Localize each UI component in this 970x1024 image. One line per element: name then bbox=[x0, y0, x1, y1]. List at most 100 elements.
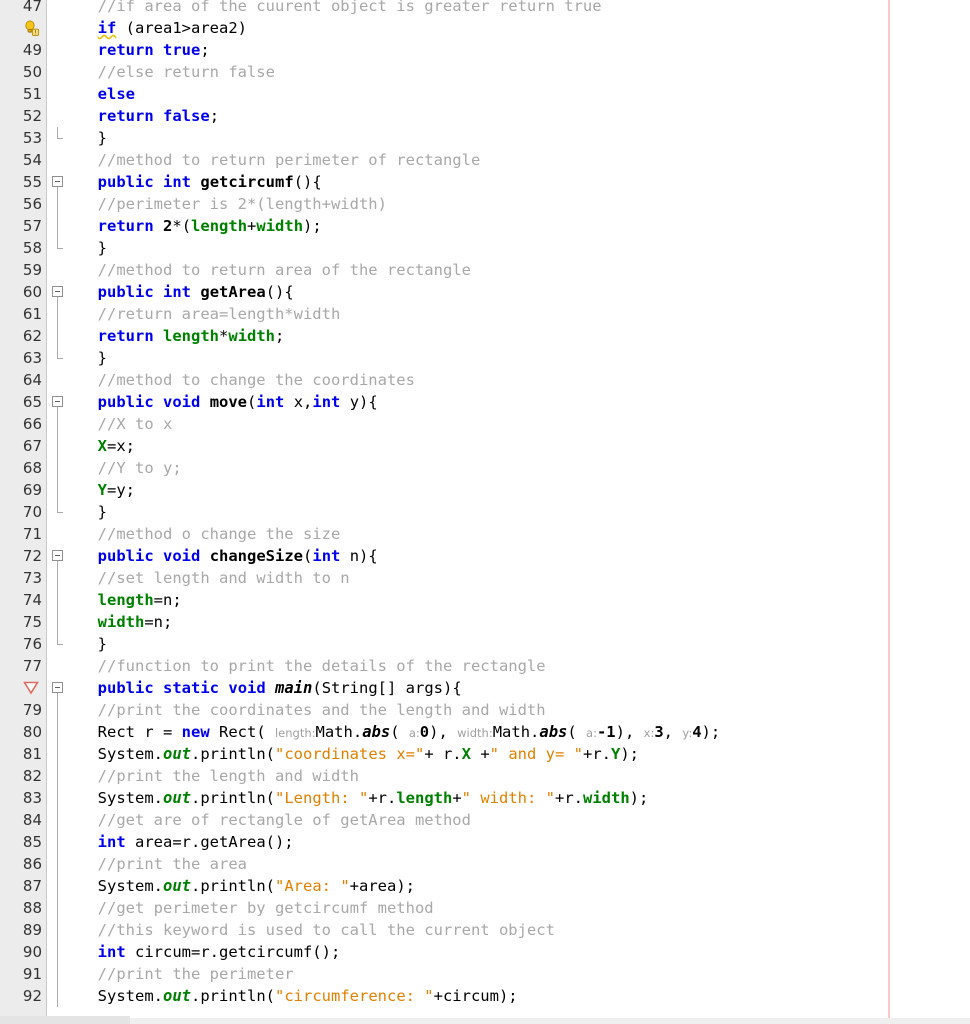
code-text[interactable]: if (area1>area2) bbox=[79, 17, 247, 39]
code-line[interactable]: 58 } bbox=[0, 237, 970, 259]
code-text[interactable]: public int getArea(){ bbox=[79, 281, 294, 303]
code-text[interactable]: //method to return perimeter of rectangl… bbox=[79, 149, 481, 171]
code-line[interactable]: 50 //else return false bbox=[0, 61, 970, 83]
code-line[interactable]: 79 //print the coordinates and the lengt… bbox=[0, 699, 970, 721]
code-text[interactable]: public int getcircumf(){ bbox=[79, 171, 322, 193]
code-text[interactable]: System.out.println("circumference: "+cir… bbox=[79, 985, 518, 1007]
code-line[interactable]: 76 } bbox=[0, 633, 970, 655]
code-line[interactable]: 81 System.out.println("coordinates x="+ … bbox=[0, 743, 970, 765]
code-line[interactable]: 92 System.out.println("circumference: "+… bbox=[0, 985, 970, 1007]
code-text[interactable]: //get perimeter by getcircumf method bbox=[79, 897, 434, 919]
code-line[interactable]: 61 //return area=length*width bbox=[0, 303, 970, 325]
code-text[interactable]: length=n; bbox=[79, 589, 182, 611]
code-text[interactable]: public static void main(String[] args){ bbox=[79, 677, 462, 699]
code-line[interactable]: 71 //method o change the size bbox=[0, 523, 970, 545]
code-text[interactable]: //function to print the details of the r… bbox=[79, 655, 546, 677]
code-line[interactable]: 91 //print the perimeter bbox=[0, 963, 970, 985]
code-line[interactable]: 74 length=n; bbox=[0, 589, 970, 611]
code-line[interactable]: 82 //print the length and width bbox=[0, 765, 970, 787]
code-editor[interactable]: 47 //if area of the cuurent object is gr… bbox=[0, 0, 970, 1024]
code-line[interactable]: 59 //method to return area of the rectan… bbox=[0, 259, 970, 281]
fold-collapse-icon[interactable] bbox=[52, 682, 63, 693]
code-text[interactable]: //print the area bbox=[79, 853, 247, 875]
fold-collapse-icon[interactable] bbox=[52, 176, 63, 187]
code-line[interactable]: 69 Y=y; bbox=[0, 479, 970, 501]
code-text[interactable]: } bbox=[79, 501, 107, 523]
code-text[interactable]: System.out.println("Area: "+area); bbox=[79, 875, 415, 897]
code-line[interactable]: 67 X=x; bbox=[0, 435, 970, 457]
fold-collapse-icon[interactable] bbox=[52, 550, 63, 561]
code-line[interactable]: 49 return true; bbox=[0, 39, 970, 61]
code-text[interactable]: //method to return area of the rectangle bbox=[79, 259, 471, 281]
code-text[interactable]: //method o change the size bbox=[79, 523, 341, 545]
code-text[interactable]: System.out.println("coordinates x="+ r.X… bbox=[79, 743, 639, 765]
code-line[interactable]: 57 return 2*(length+width); bbox=[0, 215, 970, 237]
code-text[interactable]: else bbox=[79, 83, 135, 105]
code-text[interactable]: //print the coordinates and the length a… bbox=[79, 699, 546, 721]
code-line[interactable]: 89 //this keyword is used to call the cu… bbox=[0, 919, 970, 941]
code-line[interactable]: 86 //print the area bbox=[0, 853, 970, 875]
code-line[interactable]: 64 //method to change the coordinates bbox=[0, 369, 970, 391]
code-line[interactable]: 63 } bbox=[0, 347, 970, 369]
code-line[interactable]: 80 Rect r = new Rect( length:Math.abs( a… bbox=[0, 721, 970, 743]
fold-collapse-icon[interactable] bbox=[52, 396, 63, 407]
code-text[interactable]: //Y to y; bbox=[79, 457, 182, 479]
code-line[interactable]: 83 System.out.println("Length: "+r.lengt… bbox=[0, 787, 970, 809]
code-line[interactable]: 55 public int getcircumf(){ bbox=[0, 171, 970, 193]
code-text[interactable]: return 2*(length+width); bbox=[79, 215, 322, 237]
code-line[interactable]: 54 //method to return perimeter of recta… bbox=[0, 149, 970, 171]
code-line[interactable]: 56 //perimeter is 2*(length+width) bbox=[0, 193, 970, 215]
code-text[interactable]: return true; bbox=[79, 39, 210, 61]
code-line[interactable]: 84 //get are of rectangle of getArea met… bbox=[0, 809, 970, 831]
code-line[interactable]: 52 return false; bbox=[0, 105, 970, 127]
code-line[interactable]: 66 //X to x bbox=[0, 413, 970, 435]
code-text[interactable]: X=x; bbox=[79, 435, 135, 457]
code-text[interactable]: int circum=r.getcircumf(); bbox=[79, 941, 341, 963]
code-line[interactable]: 51 else bbox=[0, 83, 970, 105]
code-text[interactable]: //get are of rectangle of getArea method bbox=[79, 809, 471, 831]
code-text[interactable]: } bbox=[79, 237, 107, 259]
code-text[interactable]: public void move(int x,int y){ bbox=[79, 391, 378, 413]
code-text[interactable]: //else return false bbox=[79, 61, 275, 83]
code-text[interactable]: Y=y; bbox=[79, 479, 135, 501]
code-line[interactable]: 88 //get perimeter by getcircumf method bbox=[0, 897, 970, 919]
code-line[interactable]: 70 } bbox=[0, 501, 970, 523]
code-line[interactable]: 75 width=n; bbox=[0, 611, 970, 633]
code-text[interactable]: //this keyword is used to call the curre… bbox=[79, 919, 555, 941]
lightbulb-warning-icon[interactable]: ! bbox=[22, 19, 40, 37]
code-text[interactable]: width=n; bbox=[79, 611, 173, 633]
code-text[interactable]: //perimeter is 2*(length+width) bbox=[79, 193, 387, 215]
code-line[interactable]: ! if (area1>area2) bbox=[0, 17, 970, 39]
code-line[interactable]: 72 public void changeSize(int n){ bbox=[0, 545, 970, 567]
code-text[interactable]: //X to x bbox=[79, 413, 173, 435]
code-line[interactable]: 60 public int getArea(){ bbox=[0, 281, 970, 303]
code-line[interactable]: 87 System.out.println("Area: "+area); bbox=[0, 875, 970, 897]
code-line[interactable]: 90 int circum=r.getcircumf(); bbox=[0, 941, 970, 963]
code-line[interactable]: 85 int area=r.getArea(); bbox=[0, 831, 970, 853]
code-text[interactable]: } bbox=[79, 633, 107, 655]
code-line[interactable]: 47 //if area of the cuurent object is gr… bbox=[0, 0, 970, 17]
code-text[interactable]: //print the perimeter bbox=[79, 963, 294, 985]
code-line[interactable]: 65 public void move(int x,int y){ bbox=[0, 391, 970, 413]
code-line[interactable]: 68 //Y to y; bbox=[0, 457, 970, 479]
code-text[interactable]: public void changeSize(int n){ bbox=[79, 545, 378, 567]
code-text[interactable]: return length*width; bbox=[79, 325, 285, 347]
code-text[interactable]: System.out.println("Length: "+r.length+"… bbox=[79, 787, 649, 809]
code-line[interactable]: 62 return length*width; bbox=[0, 325, 970, 347]
code-text[interactable]: //return area=length*width bbox=[79, 303, 341, 325]
code-line[interactable]: public static void main(String[] args){ bbox=[0, 677, 970, 699]
code-text[interactable]: } bbox=[79, 347, 107, 369]
run-method-icon[interactable] bbox=[22, 679, 40, 697]
fold-collapse-icon[interactable] bbox=[52, 286, 63, 297]
code-text[interactable]: //print the length and width bbox=[79, 765, 359, 787]
code-line[interactable]: 77 //function to print the details of th… bbox=[0, 655, 970, 677]
code-text[interactable]: //set length and width to n bbox=[79, 567, 350, 589]
code-text[interactable]: int area=r.getArea(); bbox=[79, 831, 294, 853]
code-line[interactable]: 53 } bbox=[0, 127, 970, 149]
code-text[interactable]: return false; bbox=[79, 105, 219, 127]
code-text[interactable]: Rect r = new Rect( length:Math.abs( a:0)… bbox=[79, 721, 721, 744]
code-text[interactable]: //if area of the cuurent object is great… bbox=[79, 0, 602, 17]
code-text[interactable]: } bbox=[79, 127, 107, 149]
code-line[interactable]: 73 //set length and width to n bbox=[0, 567, 970, 589]
code-text[interactable]: //method to change the coordinates bbox=[79, 369, 415, 391]
